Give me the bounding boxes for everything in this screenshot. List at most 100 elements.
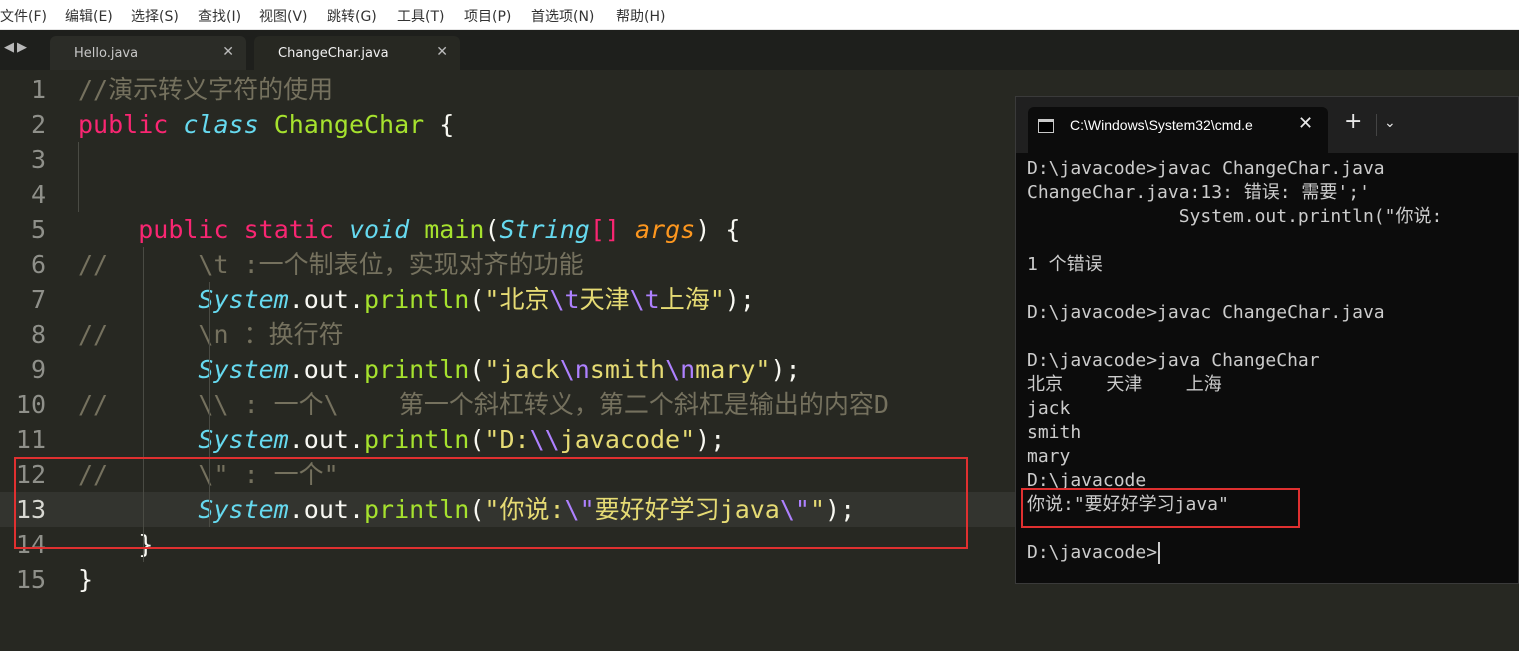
menu-item[interactable]: 编辑(E) (65, 6, 122, 26)
menu-item[interactable]: 文件(F) (0, 6, 56, 26)
code-token: public (78, 110, 169, 139)
terminal-tab[interactable]: C:\Windows\System32\cmd.e ✕ (1028, 107, 1328, 153)
code-token: // \t :一个制表位，实现对齐的功能 (78, 250, 584, 279)
code-token: [] (589, 215, 620, 244)
code-token: ) { (695, 215, 741, 244)
menu-item[interactable]: 选择(S) (131, 6, 188, 26)
new-tab-icon[interactable]: + (1344, 111, 1362, 133)
code-token: javacode" (559, 425, 696, 454)
divider (1376, 114, 1377, 136)
text-cursor (1158, 542, 1161, 564)
terminal-line-text: 1 个错误 (1027, 254, 1103, 275)
code-token: ); (695, 425, 726, 454)
terminal-title: C:\Windows\System32\cmd.e (1070, 117, 1253, 133)
code-text: // \n ：换行符 (78, 317, 344, 352)
code-token: .out. (288, 285, 364, 314)
code-token: smith (589, 355, 666, 384)
code-token: println (364, 425, 470, 454)
line-number: 1 (30, 75, 46, 104)
code-token: System (198, 355, 289, 384)
line-number: 9 (30, 355, 46, 384)
menu-item[interactable]: 查找(I) (198, 6, 250, 26)
code-token: .out. (288, 355, 364, 384)
code-token: main (424, 215, 485, 244)
terminal-line-text: 北京 天津 上海 (1027, 374, 1222, 395)
terminal-line-text: ChangeChar.java:13: 错误: 需要';' (1027, 182, 1370, 203)
menu-item[interactable]: 工具(T) (397, 6, 453, 26)
code-token: 天津 (579, 285, 630, 314)
code-token: ChangeChar (273, 110, 425, 139)
close-icon[interactable]: ✕ (1298, 113, 1313, 134)
tab-nav-arrows-icon[interactable]: ◀▶ (4, 40, 30, 55)
code-token: \t (629, 285, 660, 314)
menu-item[interactable]: 首选项(N) (531, 6, 603, 26)
menu-item[interactable]: 视图(V) (259, 6, 317, 26)
code-token: \\ (529, 425, 560, 454)
terminal-line: smith (1027, 421, 1081, 445)
terminal-line-text: D:\javacode>javac ChangeChar.java (1027, 158, 1385, 179)
terminal-line-text: D:\javacode> (1027, 542, 1158, 563)
code-token: args (635, 215, 696, 244)
code-token: "jack (484, 355, 560, 384)
line-number: 4 (30, 180, 46, 209)
tab-close-icon[interactable]: ✕ (222, 44, 234, 60)
line-number: 3 (30, 145, 46, 174)
code-text: System.out.println("jack\nsmith\nmary"); (78, 352, 801, 387)
terminal-line-text: D:\javacode>java ChangeChar (1027, 350, 1320, 371)
chevron-down-icon[interactable]: ⌄ (1384, 115, 1396, 131)
code-token: \t (549, 285, 580, 314)
terminal-line: ChangeChar.java:13: 错误: 需要';' (1027, 181, 1370, 205)
line-number: 6 (30, 250, 46, 279)
line-number: 2 (30, 110, 46, 139)
code-token: static (243, 215, 334, 244)
code-token: "北京 (484, 285, 550, 314)
code-token: "D: (484, 425, 530, 454)
code-token: ( (484, 215, 500, 244)
line-number: 10 (15, 390, 46, 419)
cmd-icon (1038, 119, 1054, 133)
line-number: 7 (30, 285, 46, 314)
code-token: 上海" (659, 285, 725, 314)
code-text: public static void main(String[] args) { (78, 212, 740, 247)
code-text: //演示转义字符的使用 (78, 72, 333, 107)
code-token: // \\ : 一个\ 第一个斜杠转义，第二个斜杠是输出的内容D (78, 390, 889, 419)
code-token: } (78, 565, 94, 594)
code-token: ); (770, 355, 801, 384)
tab-label: ChangeChar.java (278, 45, 389, 61)
tab-hello-java[interactable]: Hello.java ✕ (50, 36, 246, 70)
code-text: System.out.println("D:\\javacode"); (78, 422, 725, 457)
code-text: System.out.println("北京\t天津\t上海"); (78, 282, 754, 317)
menu-item[interactable]: 项目(P) (464, 6, 520, 26)
code-token: ( (469, 285, 485, 314)
menu-item[interactable]: 帮助(H) (616, 6, 674, 26)
terminal-line-text: D:\javacode>javac ChangeChar.java (1027, 302, 1385, 323)
menu-item[interactable]: 跳转(G) (327, 6, 386, 26)
terminal-tab-bar: C:\Windows\System32\cmd.e ✕ + ⌄ (1016, 97, 1518, 153)
tab-changechar-java[interactable]: ChangeChar.java ✕ (254, 36, 460, 70)
code-token: // \n ：换行符 (78, 320, 344, 349)
tab-bar: ◀▶ Hello.java ✕ ChangeChar.java ✕ (0, 30, 1519, 70)
code-text: } (78, 562, 93, 597)
tab-label: Hello.java (74, 45, 139, 61)
terminal-line: D:\javacode> (1027, 541, 1161, 565)
highlight-box-output (1021, 488, 1300, 528)
code-token: \n (665, 355, 696, 384)
code-token: ( (469, 355, 485, 384)
line-number: 11 (15, 425, 46, 454)
terminal-line-text: smith (1027, 422, 1082, 443)
tab-close-icon[interactable]: ✕ (436, 44, 448, 60)
terminal-line-text: jack (1027, 398, 1071, 419)
code-token: public (138, 215, 229, 244)
line-number: 8 (30, 320, 46, 349)
code-token: //演示转义字符的使用 (78, 75, 334, 104)
terminal-line: 1 个错误 (1027, 253, 1103, 277)
code-text: // \\ : 一个\ 第一个斜杠转义，第二个斜杠是输出的内容D (78, 387, 889, 422)
code-token: class (183, 110, 259, 139)
